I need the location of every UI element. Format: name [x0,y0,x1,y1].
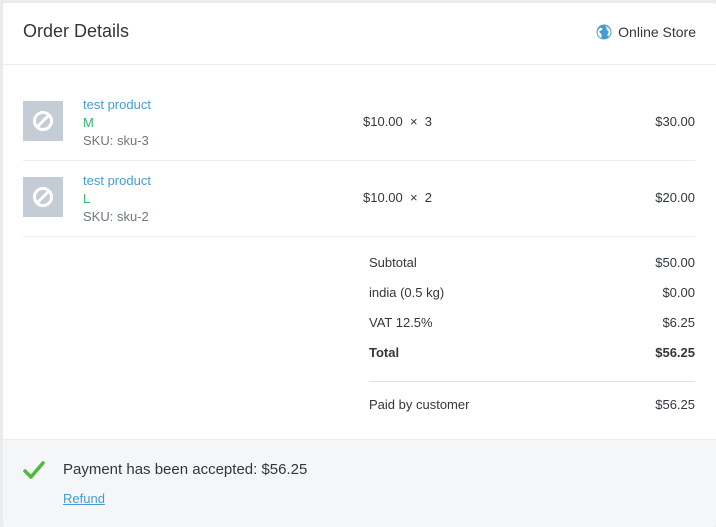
line-item: test product L SKU: sku-2 $10.00 × 2 $20… [23,161,695,237]
product-sku: SKU: sku-2 [83,209,149,224]
summary-label: VAT 12.5% [369,315,433,330]
product-name-link[interactable]: test product [83,96,151,114]
summary-row-total: Total $56.25 [369,345,695,375]
line-items-list: test product M SKU: sku-3 $10.00 × 3 $30… [23,85,695,237]
summary-value: $56.25 [655,397,695,412]
no-image-icon [33,187,53,207]
summary-row-subtotal: Subtotal $50.00 [369,255,695,285]
product-thumbnail[interactable] [23,177,63,217]
summary-row-tax: VAT 12.5% $6.25 [369,315,695,345]
product-variant: M [83,115,94,130]
summary-label: Subtotal [369,255,417,270]
payment-status-section: Payment has been accepted: $56.25 Refund [3,439,716,527]
unit-price-quantity: $10.00 × 2 [363,190,433,205]
line-item: test product M SKU: sku-3 $10.00 × 3 $30… [23,85,695,161]
order-source: Online Store [596,24,696,40]
payment-status-text: Payment has been accepted: $56.25 [63,461,308,478]
globe-icon [596,24,612,40]
product-variant: L [83,191,91,206]
source-label: Online Store [618,24,696,40]
unit-price-quantity: $10.00 × 3 [363,114,433,129]
product-thumbnail[interactable] [23,101,63,141]
summary-label: india (0.5 kg) [369,285,445,300]
summary-row-shipping: india (0.5 kg) $0.00 [369,285,695,315]
summary-label: Total [369,345,400,360]
product-name-link[interactable]: test product [83,172,151,190]
card-header: Order Details Online Store [3,3,716,65]
no-image-icon [33,111,53,131]
refund-link[interactable]: Refund [63,491,105,506]
order-summary: Subtotal $50.00 india (0.5 kg) $0.00 VAT… [369,255,695,427]
checkmark-icon [23,461,45,479]
line-total: $30.00 [655,114,695,129]
summary-value: $50.00 [655,255,695,270]
summary-label: Paid by customer [369,397,470,412]
summary-value: $6.25 [662,315,695,330]
summary-value: $56.25 [655,345,695,360]
summary-value: $0.00 [662,285,695,300]
product-info: test product L SKU: sku-2 [83,172,151,226]
product-sku: SKU: sku-3 [83,133,149,148]
product-info: test product M SKU: sku-3 [83,96,151,150]
order-details-card: Order Details Online Store test product … [3,3,716,527]
summary-row-paid: Paid by customer $56.25 [369,397,695,427]
line-total: $20.00 [655,190,695,205]
page-title: Order Details [23,21,130,41]
summary-divider [369,381,695,397]
